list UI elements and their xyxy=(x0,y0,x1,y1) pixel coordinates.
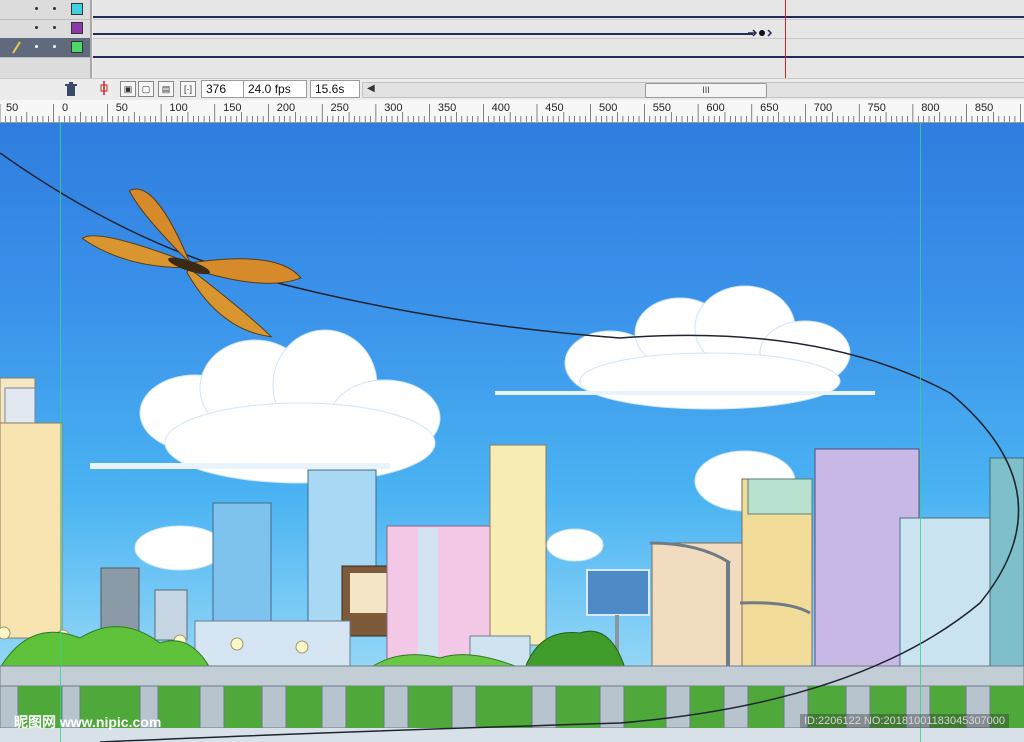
ruler-tick-label: 450 xyxy=(545,102,564,114)
ruler-tick-label: 300 xyxy=(384,102,403,114)
ruler-tick-label: 600 xyxy=(706,102,725,114)
ruler-tick-label: 350 xyxy=(437,102,457,114)
elapsed-time-field: 15.6s xyxy=(310,80,360,98)
layer-color-swatch[interactable] xyxy=(71,3,83,15)
edit-multiple-frames-icon[interactable]: ▤ xyxy=(158,81,174,97)
ruler-tick-label: 700 xyxy=(813,102,833,114)
timeline-panel: ▣ ▢ ▤ [·] 376 24.0 fps 15.6s ◀ III xyxy=(0,0,1024,101)
current-frame-field: 376 xyxy=(201,80,245,98)
butterfly-sprite xyxy=(81,188,302,338)
ruler-tick-label: 400 xyxy=(491,102,510,114)
ruler-tick-label: 650 xyxy=(760,102,779,114)
onion-skin-icon[interactable]: ▣ xyxy=(120,81,136,97)
frame-row[interactable] xyxy=(93,0,1024,20)
cloud-left xyxy=(90,329,441,484)
horizontal-ruler: 50 0 50 100 150 200 250 300 350 400 450 500 550 600 65… xyxy=(0,100,1024,123)
visibility-dot[interactable] xyxy=(35,26,38,29)
ruler-tick-label: 500 xyxy=(599,102,618,114)
playhead[interactable] xyxy=(785,0,786,78)
layer-row[interactable] xyxy=(0,19,90,39)
animation-stage[interactable]: 昵图网 www.nipic.com ID:2206122 NO:20181001… xyxy=(0,123,1024,742)
frame-rate-field[interactable]: 24.0 fps xyxy=(243,80,307,98)
timeline-scrollbar[interactable]: ◀ III xyxy=(362,82,1024,98)
frame-row[interactable] xyxy=(93,19,1024,39)
ruler-tick-label: 150 xyxy=(223,102,242,114)
ruler-tick-label: 50 xyxy=(115,102,128,114)
scroll-left-arrow-icon[interactable]: ◀ xyxy=(367,83,375,94)
center-frame-icon[interactable] xyxy=(98,81,110,95)
lock-dot[interactable] xyxy=(53,26,56,29)
tween-span xyxy=(93,33,753,35)
ruler-tick-label: 800 xyxy=(921,102,940,114)
tween-span xyxy=(93,56,1024,58)
visibility-dot[interactable] xyxy=(35,45,38,48)
layer-row-selected[interactable] xyxy=(0,38,90,58)
layer-row[interactable] xyxy=(0,0,90,20)
pencil-icon xyxy=(12,41,21,54)
stage-guide-left[interactable] xyxy=(60,123,61,742)
watermark-brand: 昵图网 www.nipic.com xyxy=(14,714,162,730)
layer-color-swatch[interactable] xyxy=(71,22,83,34)
scene-artwork xyxy=(0,152,1024,742)
frame-row[interactable] xyxy=(93,38,1024,58)
frame-area[interactable] xyxy=(93,0,1024,78)
ruler-tick-label: 200 xyxy=(276,102,296,114)
ruler-tick-label: 50 xyxy=(6,102,19,114)
layer-list xyxy=(0,0,90,78)
scroll-thumb[interactable]: III xyxy=(645,83,767,98)
ruler-tick-label: 0 xyxy=(62,102,69,114)
stage-guide-right[interactable] xyxy=(920,123,921,742)
trash-icon[interactable] xyxy=(64,82,78,97)
watermark-id: ID:2206122 NO:20181001183045307000 xyxy=(800,714,1010,728)
lock-dot[interactable] xyxy=(53,7,56,10)
lock-dot[interactable] xyxy=(53,45,56,48)
ruler-tick-label: 550 xyxy=(652,102,672,114)
onion-skin-outline-icon[interactable]: ▢ xyxy=(138,81,154,97)
ruler-tick-label: 850 xyxy=(974,102,994,114)
tween-span xyxy=(93,16,1024,18)
ruler-tick-label: 100 xyxy=(169,102,188,114)
layer-color-swatch[interactable] xyxy=(71,41,83,53)
ruler-tick-label: 750 xyxy=(867,102,886,114)
modify-markers-icon[interactable]: [·] xyxy=(180,81,196,97)
ruler-tick-label: 250 xyxy=(330,102,349,114)
visibility-dot[interactable] xyxy=(35,7,38,10)
